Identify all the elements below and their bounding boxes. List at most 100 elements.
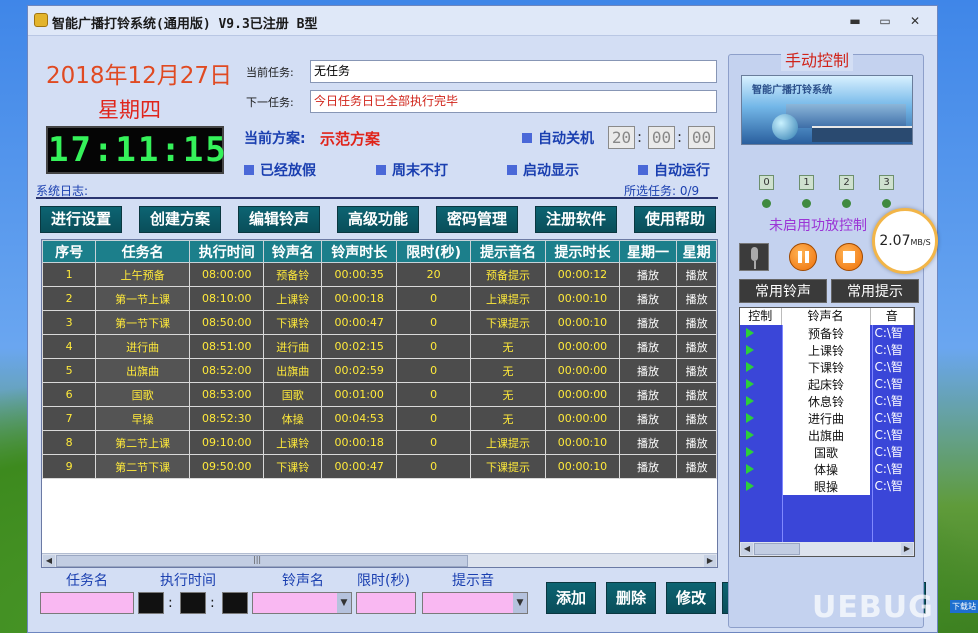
tab-common-bells[interactable]: 常用铃声	[739, 279, 827, 303]
table-row[interactable]: 6 国歌 08:53:00 国歌 00:01:00 0 无 00:00:00 播放 播放	[42, 382, 717, 407]
task-name-label: 任务名	[66, 573, 108, 589]
table-row[interactable]: 7 早操 08:52:30 体操 00:04:53 0 无 00:00:00 播放 播放	[42, 406, 717, 431]
exec-hour-input[interactable]	[138, 592, 164, 614]
column-header[interactable]: 限时(秒)	[396, 240, 471, 263]
column-header[interactable]: 铃声名	[263, 240, 322, 263]
list-item[interactable]: 预备铃 C:\智	[740, 325, 914, 342]
table-row[interactable]: 5 出旗曲 08:52:00 出旗曲 00:02:59 0 无 00:00:00 播放 播放	[42, 358, 717, 383]
advanced-functions-button[interactable]: 高级功能	[337, 206, 419, 233]
play-icon[interactable]	[740, 461, 782, 478]
tab-common-prompts[interactable]: 常用提示	[831, 279, 919, 303]
play-icon[interactable]	[740, 393, 782, 410]
shutdown-second-field[interactable]: 00	[688, 126, 715, 149]
play-icon[interactable]	[740, 359, 782, 376]
list-item[interactable]: 国歌 C:\智	[740, 444, 914, 461]
weekend-off-checkbox[interactable]: 周末不打	[376, 160, 448, 180]
shutdown-hour-field[interactable]: 20	[608, 126, 635, 149]
create-scheme-button[interactable]: 创建方案	[139, 206, 221, 233]
column-header[interactable]: 序号	[42, 240, 97, 263]
limit-seconds-input[interactable]	[356, 592, 416, 614]
help-button[interactable]: 使用帮助	[634, 206, 716, 233]
column-header[interactable]: 星期一	[618, 240, 678, 263]
play-icon[interactable]	[740, 478, 782, 495]
play-icon[interactable]	[740, 342, 782, 359]
list-item[interactable]: 体操 C:\智	[740, 461, 914, 478]
list-item[interactable]: 眼操 C:\智	[740, 478, 914, 495]
list-item[interactable]: 出旗曲 C:\智	[740, 427, 914, 444]
scroll-left-arrow-icon[interactable]: ◀	[43, 555, 55, 567]
task-name-input[interactable]	[40, 592, 134, 614]
play-icon[interactable]	[740, 376, 782, 393]
bell-list-scrollbar[interactable]: ◀ ▶	[740, 542, 914, 556]
table-row[interactable]: 9 第二节下课 09:50:00 下课铃 00:00:47 0 下课提示 00:00:10 播放…	[42, 454, 717, 479]
channel-3-button[interactable]: 3	[879, 175, 894, 190]
register-software-button[interactable]: 注册软件	[535, 206, 617, 233]
bell-name: 下课铃	[781, 359, 871, 376]
table-cell: 预备铃	[263, 262, 322, 287]
exec-second-input[interactable]	[222, 592, 248, 614]
shutdown-minute-field[interactable]: 00	[648, 126, 675, 149]
list-item[interactable]: 休息铃 C:\智	[740, 393, 914, 410]
scroll-right-arrow-icon[interactable]: ▶	[901, 543, 913, 555]
channel-2-button[interactable]: 2	[839, 175, 854, 190]
current-weekday: 星期四	[98, 98, 161, 122]
column-header[interactable]: 执行时间	[189, 240, 265, 263]
auto-shutdown-checkbox[interactable]: 自动关机	[522, 128, 594, 148]
stop-button[interactable]	[835, 243, 863, 271]
password-management-button[interactable]: 密码管理	[436, 206, 518, 233]
table-row[interactable]: 3 第一节下课 08:50:00 下课铃 00:00:47 0 下课提示 00:00:10 播放…	[42, 310, 717, 335]
table-cell: 播放	[676, 430, 717, 455]
table-row[interactable]: 2 第一节上课 08:10:00 上课铃 00:00:18 0 上课提示 00:00:10 播放…	[42, 286, 717, 311]
column-header[interactable]: 星期	[676, 240, 717, 263]
list-item[interactable]: 起床铃 C:\智	[740, 376, 914, 393]
scrollbar-thumb[interactable]	[754, 543, 800, 555]
scroll-left-arrow-icon[interactable]: ◀	[741, 543, 753, 555]
play-icon[interactable]	[740, 410, 782, 427]
chevron-down-icon[interactable]: ▼	[513, 593, 527, 613]
edit-bells-button[interactable]: 编辑铃声	[238, 206, 320, 233]
column-header[interactable]: 提示音名	[469, 240, 547, 263]
list-item[interactable]: 进行曲 C:\智	[740, 410, 914, 427]
scheme-value[interactable]: 示范方案	[320, 128, 380, 149]
time-separator: :	[637, 128, 643, 146]
holiday-checkbox[interactable]: 已经放假	[244, 160, 316, 180]
pause-button[interactable]	[789, 243, 817, 271]
table-cell: 上课铃	[263, 286, 322, 311]
scrollbar-thumb[interactable]: |||	[56, 555, 468, 567]
prompt-sound-select[interactable]: ▼	[422, 592, 528, 614]
auto-run-checkbox[interactable]: 自动运行	[638, 160, 710, 180]
table-row[interactable]: 4 进行曲 08:51:00 进行曲 00:02:15 0 无 00:00:00 播放 播放	[42, 334, 717, 359]
bell-name: 体操	[781, 461, 871, 478]
table-row[interactable]: 8 第二节上课 09:10:00 上课铃 00:00:18 0 上课提示 00:00:10 播放…	[42, 430, 717, 455]
modify-button[interactable]: 修改	[666, 582, 716, 614]
exec-minute-input[interactable]	[180, 592, 206, 614]
scroll-right-arrow-icon[interactable]: ▶	[704, 555, 716, 567]
list-item[interactable]: 上课铃 C:\智	[740, 342, 914, 359]
bell-list-header-control: 控制	[740, 308, 782, 325]
column-header[interactable]: 铃声时长	[320, 240, 398, 263]
delete-button[interactable]: 删除	[606, 582, 656, 614]
play-icon[interactable]	[740, 427, 782, 444]
close-button[interactable]: ✕	[906, 14, 924, 28]
channel-1-button[interactable]: 1	[799, 175, 814, 190]
task-table-container: 序号 任务名 执行时间 铃声名 铃声时长 限时(秒) 提示音名 提示时长 星期一 星期 1 上午预备…	[41, 239, 718, 568]
minimize-button[interactable]: ▬	[846, 14, 864, 28]
channel-led-icon	[762, 199, 771, 208]
column-header[interactable]: 任务名	[95, 240, 191, 263]
column-header[interactable]: 提示时长	[545, 240, 620, 263]
microphone-icon[interactable]	[739, 243, 769, 271]
limit-seconds-label: 限时(秒)	[357, 573, 410, 589]
startup-display-checkbox[interactable]: 启动显示	[507, 160, 579, 180]
chevron-down-icon[interactable]: ▼	[337, 593, 351, 613]
play-icon[interactable]	[740, 325, 782, 342]
table-horizontal-scrollbar[interactable]: ◀ ||| ▶	[42, 553, 717, 567]
channel-0-button[interactable]: 0	[759, 175, 774, 190]
maximize-button[interactable]: ▭	[876, 14, 894, 28]
list-item[interactable]: 下课铃 C:\智	[740, 359, 914, 376]
table-cell: 播放	[676, 382, 717, 407]
play-icon[interactable]	[740, 444, 782, 461]
add-button[interactable]: 添加	[546, 582, 596, 614]
table-row[interactable]: 1 上午预备 08:00:00 预备铃 00:00:35 20 预备提示 00:00:12 播放…	[42, 262, 717, 287]
run-settings-button[interactable]: 进行设置	[40, 206, 122, 233]
bell-name-select[interactable]: ▼	[252, 592, 352, 614]
